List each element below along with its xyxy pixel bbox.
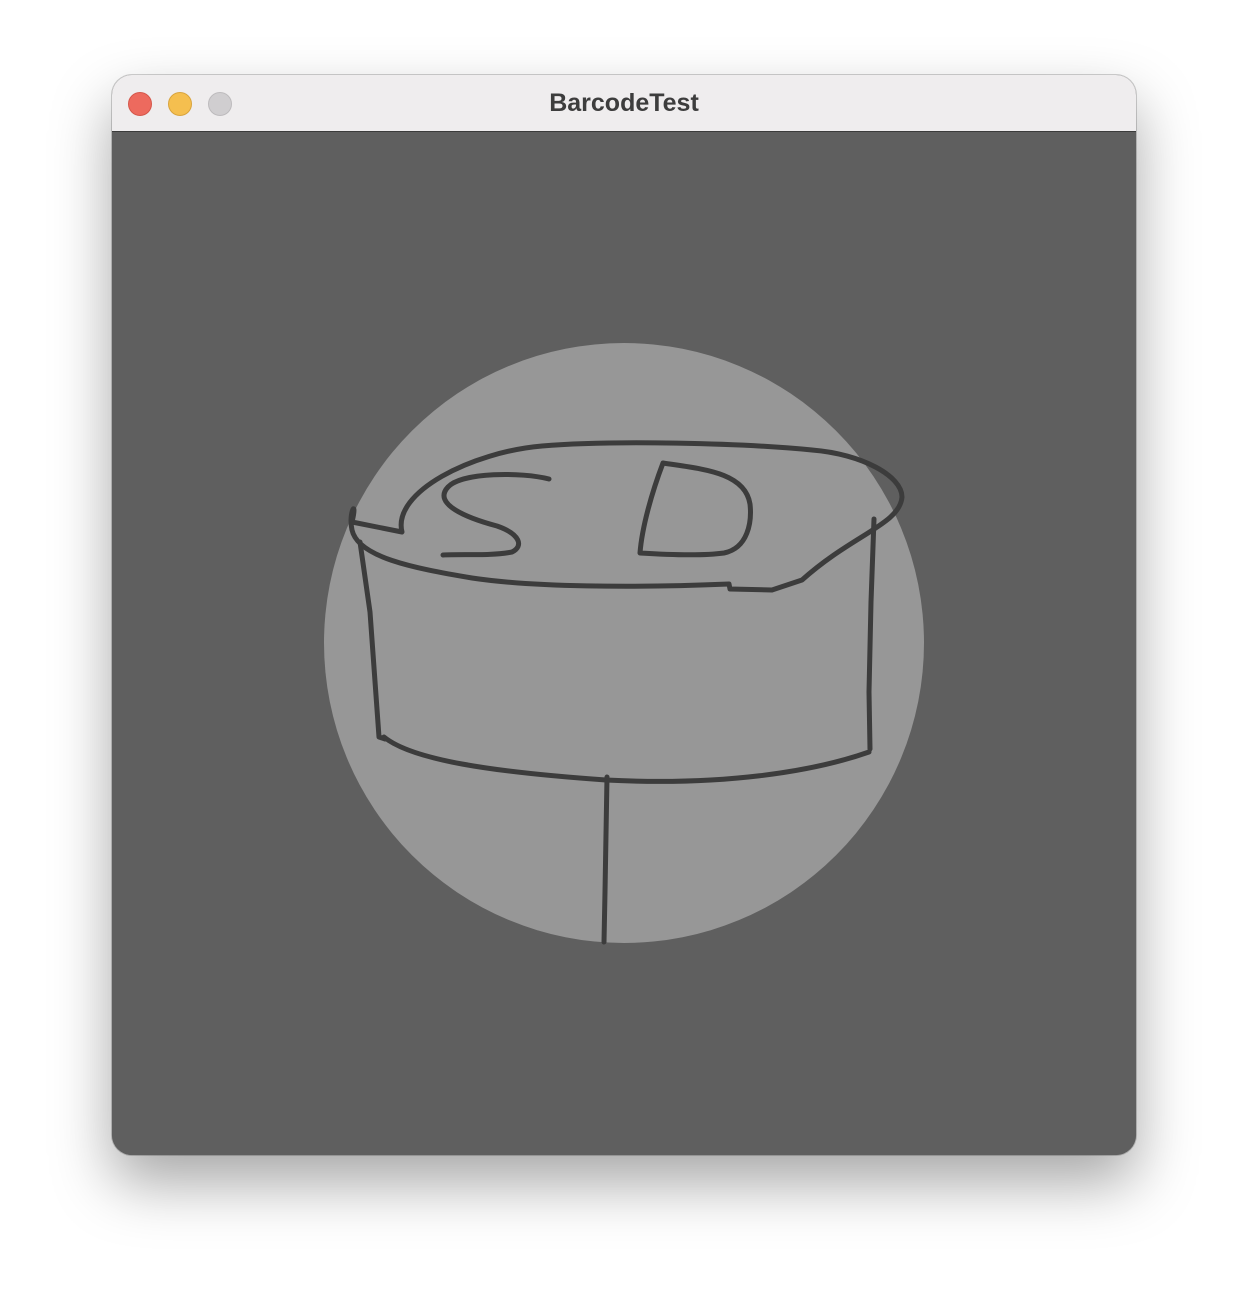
background-circle <box>324 343 924 943</box>
window-title: BarcodeTest <box>549 89 699 117</box>
stem-line <box>601 774 610 945</box>
app-window: BarcodeTest <box>112 75 1136 1155</box>
title-bar[interactable]: BarcodeTest <box>112 75 1136 132</box>
sd-card-drawing-icon <box>324 343 924 945</box>
canvas-area <box>112 132 1136 1155</box>
